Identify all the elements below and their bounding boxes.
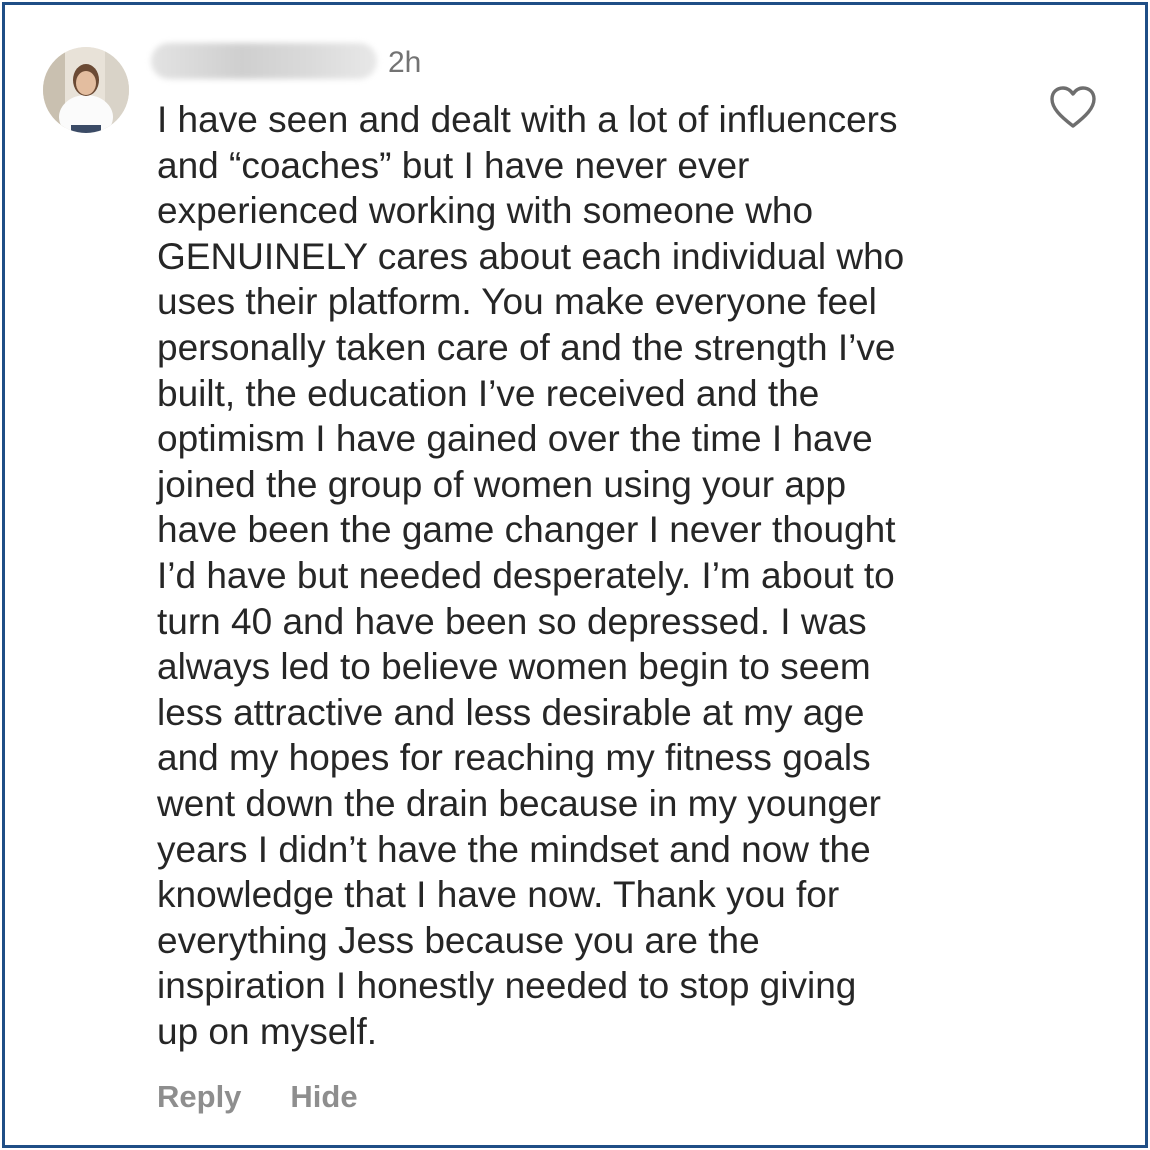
comment-text: I have seen and dealt with a lot of infl… — [157, 99, 905, 1052]
user-avatar[interactable] — [43, 47, 129, 133]
screenshot-frame: 2h I have seen and dealt with a lot of i… — [2, 2, 1148, 1148]
hide-button[interactable]: Hide — [290, 1079, 357, 1115]
comment-actions: Reply Hide — [157, 1079, 358, 1115]
heart-outline-icon — [1050, 86, 1096, 128]
avatar-photo — [43, 47, 129, 133]
like-button[interactable] — [1048, 85, 1098, 131]
username-blurred[interactable] — [151, 43, 377, 79]
reply-button[interactable]: Reply — [157, 1079, 241, 1115]
comment-timestamp: 2h — [388, 46, 422, 79]
